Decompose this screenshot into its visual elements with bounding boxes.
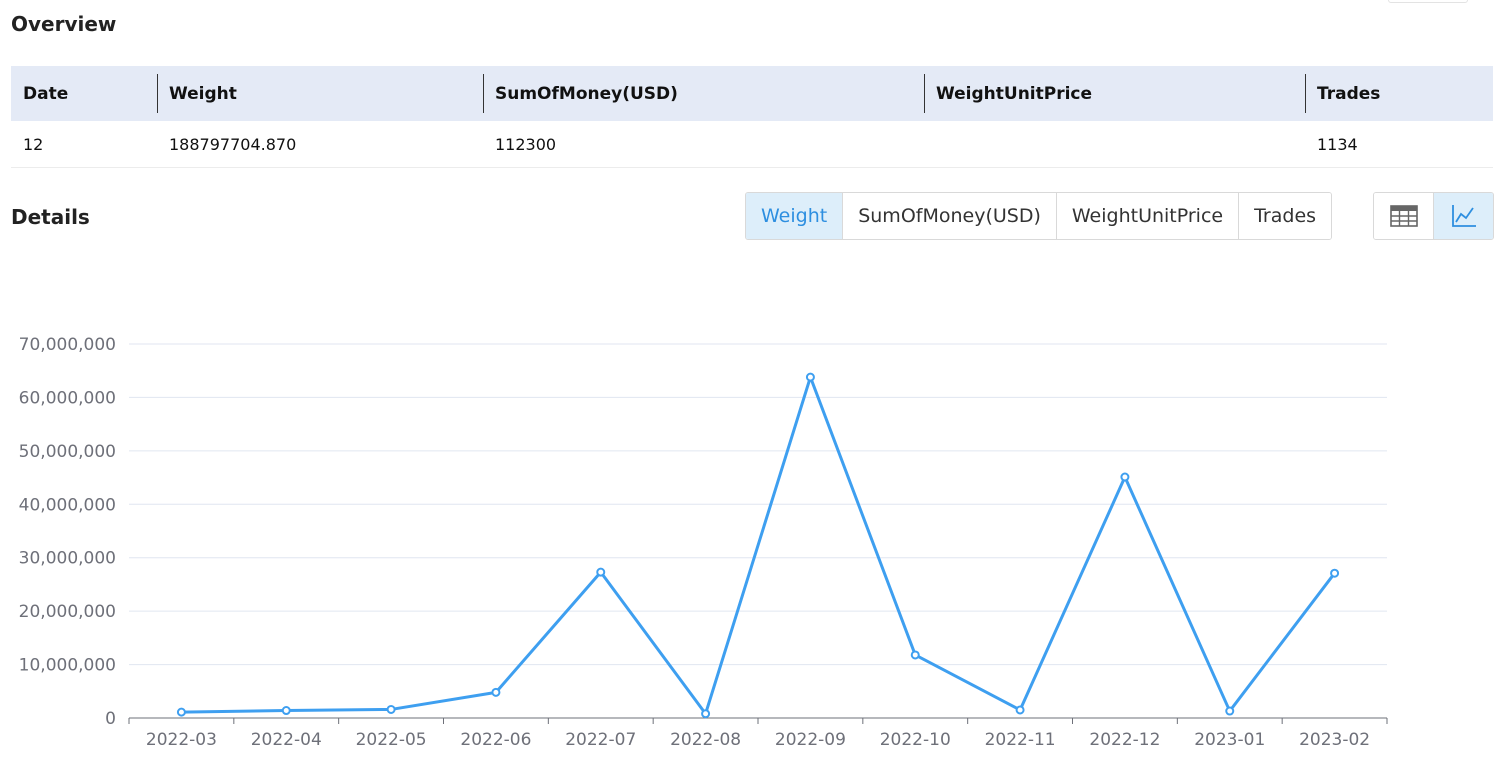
overview-table: Date Weight SumOfMoney(USD) WeightUnitPr… xyxy=(11,66,1493,168)
y-tick-label: 0 xyxy=(105,709,116,729)
table-row: 12 188797704.870 112300 1134 xyxy=(11,121,1493,168)
column-header-weight-unit-price: WeightUnitPrice xyxy=(924,66,1305,121)
cell-trades: 1134 xyxy=(1305,121,1493,168)
data-point xyxy=(596,567,606,577)
data-point xyxy=(910,650,920,660)
y-tick-label: 70,000,000 xyxy=(19,335,116,355)
x-tick-label: 2022-07 xyxy=(565,730,636,750)
overview-header-row: Date Weight SumOfMoney(USD) WeightUnitPr… xyxy=(11,66,1493,121)
line-chart-icon xyxy=(1451,205,1476,227)
column-header-trades: Trades xyxy=(1305,66,1493,121)
data-point xyxy=(1120,472,1130,482)
x-tick-label: 2022-03 xyxy=(146,730,217,750)
x-tick-label: 2022-05 xyxy=(356,730,427,750)
cell-weight: 188797704.870 xyxy=(157,121,483,168)
column-header-date: Date xyxy=(11,66,157,121)
x-tick-label: 2022-11 xyxy=(985,730,1056,750)
y-tick-label: 50,000,000 xyxy=(19,442,116,462)
x-tick-label: 2023-02 xyxy=(1299,730,1370,750)
tab-sum-of-money[interactable]: SumOfMoney(USD) xyxy=(842,193,1056,239)
weight-line-chart: 0 10,000,000 20,000,000 30,000,000 40,000,00… xyxy=(19,335,1388,750)
y-tick-label: 10,000,000 xyxy=(19,656,116,676)
tab-weight[interactable]: Weight xyxy=(746,193,843,239)
data-point xyxy=(701,709,711,719)
x-tick-label: 2022-12 xyxy=(1089,730,1160,750)
series-line xyxy=(181,375,1336,716)
tab-trades[interactable]: Trades xyxy=(1238,193,1332,239)
data-point xyxy=(491,687,501,697)
tab-weight-unit-price[interactable]: WeightUnitPrice xyxy=(1055,193,1239,239)
x-tick-label: 2023-01 xyxy=(1194,730,1265,750)
data-point xyxy=(281,706,291,716)
cell-weight-unit-price xyxy=(924,121,1305,168)
y-tick-label: 40,000,000 xyxy=(19,495,116,515)
chart-view-button[interactable] xyxy=(1433,193,1493,239)
column-header-weight: Weight xyxy=(157,66,483,121)
y-tick-label: 30,000,000 xyxy=(19,549,116,569)
column-header-sum-of-money: SumOfMoney(USD) xyxy=(483,66,924,121)
metric-tabs: Weight SumOfMoney(USD) WeightUnitPrice T… xyxy=(745,192,1333,240)
data-point xyxy=(1330,568,1340,578)
data-point xyxy=(386,704,396,714)
cell-date: 12 xyxy=(11,121,157,168)
x-tick-label: 2022-10 xyxy=(880,730,951,750)
details-title: Details xyxy=(11,205,90,229)
x-tick-label: 2022-04 xyxy=(251,730,322,750)
x-tick-label: 2022-08 xyxy=(670,730,741,750)
x-tick-label: 2022-06 xyxy=(460,730,531,750)
data-point xyxy=(805,372,815,382)
overview-title: Overview xyxy=(11,12,117,36)
x-tick-label: 2022-09 xyxy=(775,730,846,750)
view-toggle xyxy=(1373,192,1494,240)
data-point xyxy=(1225,706,1235,716)
table-icon xyxy=(1389,205,1418,227)
table-view-button[interactable] xyxy=(1374,193,1433,239)
top-tab-edge xyxy=(1388,0,1468,3)
y-tick-label: 60,000,000 xyxy=(19,388,116,408)
data-point xyxy=(176,707,186,717)
y-tick-label: 20,000,000 xyxy=(19,602,116,622)
cell-sum-of-money: 112300 xyxy=(483,121,924,168)
data-point xyxy=(1015,705,1025,715)
